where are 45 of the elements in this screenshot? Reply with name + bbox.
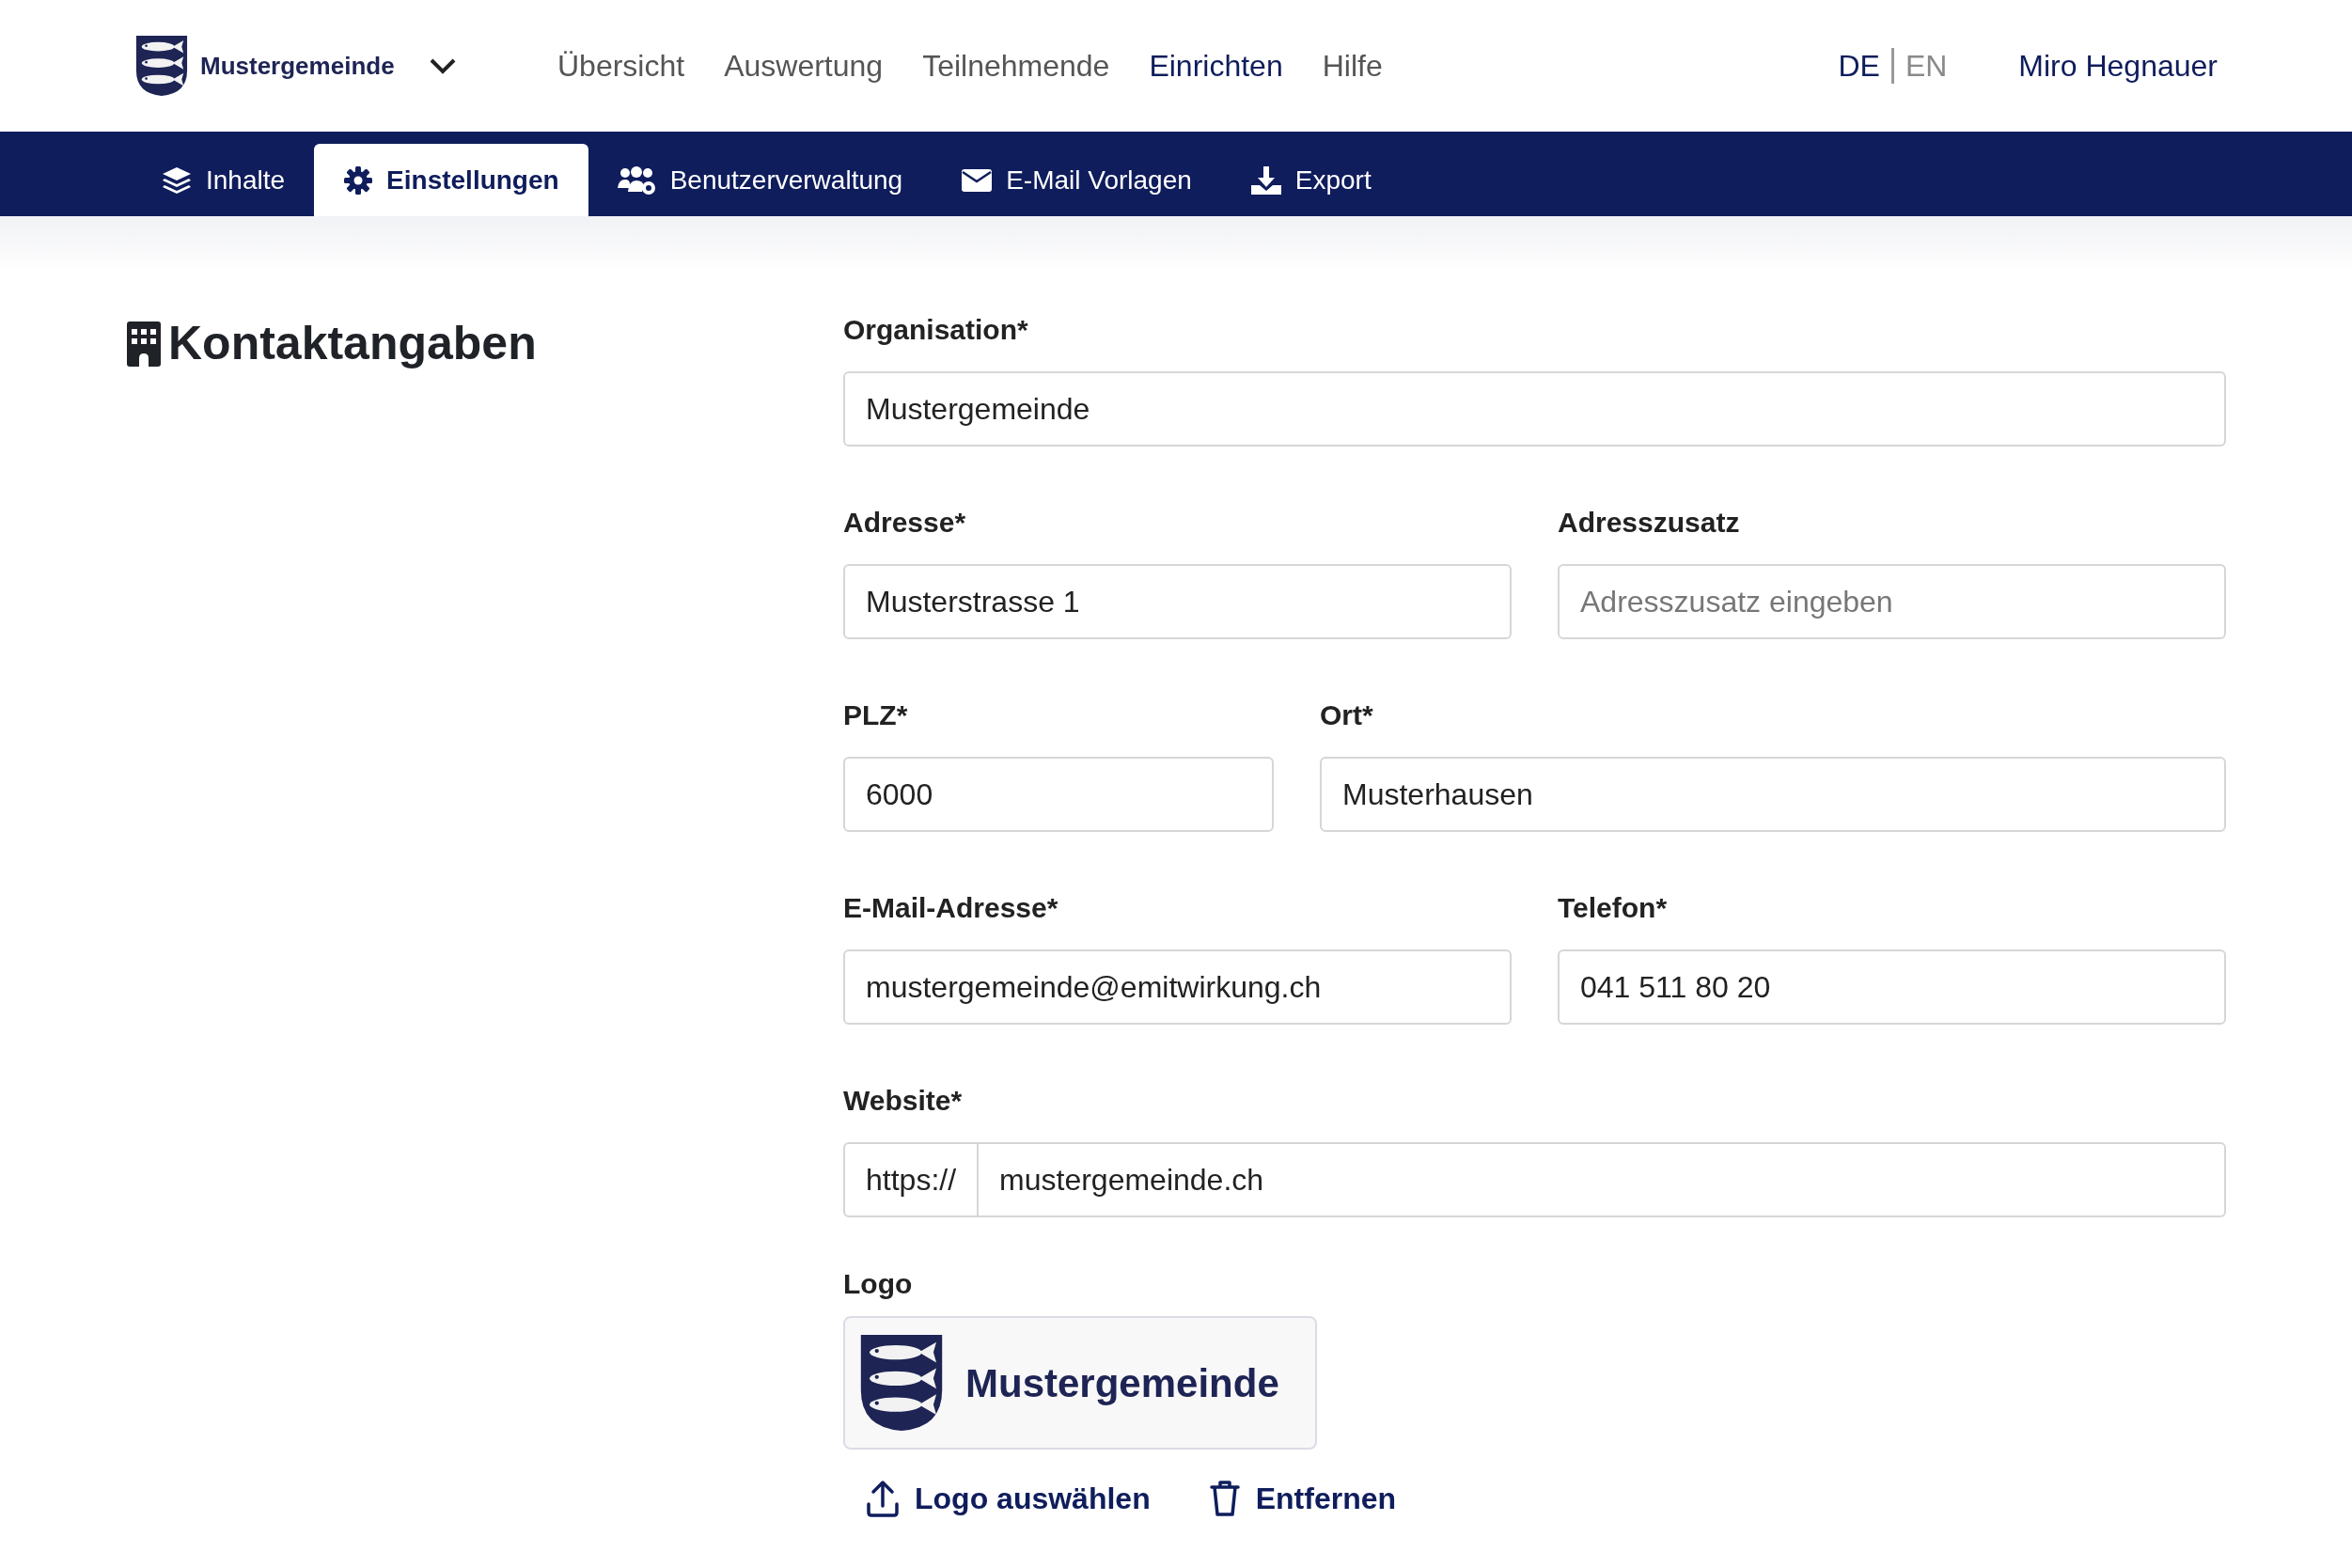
tab[interactable]: Inhalte	[132, 144, 315, 216]
logo-action-button[interactable]: Entfernen	[1208, 1476, 1397, 1521]
input-field[interactable]: 041 511 80 20	[1558, 949, 2226, 1025]
gear-icon	[343, 165, 374, 196]
chevron-down-icon[interactable]	[428, 56, 457, 75]
users-gear-icon	[617, 165, 657, 196]
building-icon	[127, 321, 161, 367]
input-field[interactable]: Musterhausen	[1320, 757, 2226, 832]
nav-link[interactable]: Übersicht	[557, 43, 685, 88]
nav-link[interactable]: Teilnehmende	[922, 43, 1110, 88]
input-field[interactable]: Adresszusatz eingeben	[1558, 564, 2226, 639]
download-icon	[1249, 165, 1282, 196]
envelope-icon	[961, 167, 994, 193]
field-label: E-Mail-Adresse*	[843, 891, 1059, 925]
field-label: Telefon*	[1558, 891, 1669, 925]
section-title: Kontaktangaben	[168, 316, 537, 371]
field-label: Logo	[843, 1267, 914, 1301]
logo-text: Mustergemeinde	[965, 1359, 1279, 1407]
field-label: Adresszusatz	[1558, 506, 1741, 540]
nav-link[interactable]: Hilfe	[1322, 43, 1383, 88]
input-field[interactable]: Mustergemeinde	[843, 371, 2226, 447]
input-field[interactable]: mustergemeinde.ch	[979, 1142, 2226, 1217]
logo-text: Mustergemeinde	[200, 50, 395, 82]
field-label: Website*	[843, 1084, 964, 1118]
input-field[interactable]: mustergemeinde@emitwirkung.ch	[843, 949, 1512, 1025]
tab[interactable]: E-Mail Vorlagen	[932, 144, 1221, 216]
input-field[interactable]: Musterstrasse 1	[843, 564, 1512, 639]
field-label: Adresse*	[843, 506, 967, 540]
url-prefix: https://	[843, 1142, 980, 1217]
input-field[interactable]: 6000	[843, 757, 1274, 832]
tab[interactable]: Benutzerverwaltung	[588, 144, 933, 216]
field-label: Organisation*	[843, 313, 1029, 347]
language-link[interactable]: DE	[1838, 43, 1880, 88]
field-label: PLZ*	[843, 698, 909, 732]
nav-link[interactable]: Auswertung	[724, 43, 884, 88]
logo-action-button[interactable]: Logo auswählen	[866, 1476, 1151, 1521]
tab[interactable]: Einstellungen	[314, 144, 588, 216]
trash-icon	[1208, 1480, 1241, 1517]
nav-link[interactable]: Einrichten	[1149, 43, 1283, 88]
layers-icon	[161, 165, 193, 196]
fish-shield-icon	[134, 34, 189, 98]
user-menu-link[interactable]: Miro Hegnauer	[2018, 43, 2218, 88]
field-label: Ort*	[1320, 698, 1374, 732]
tab[interactable]: Export	[1220, 144, 1401, 216]
upload-icon	[866, 1480, 900, 1517]
